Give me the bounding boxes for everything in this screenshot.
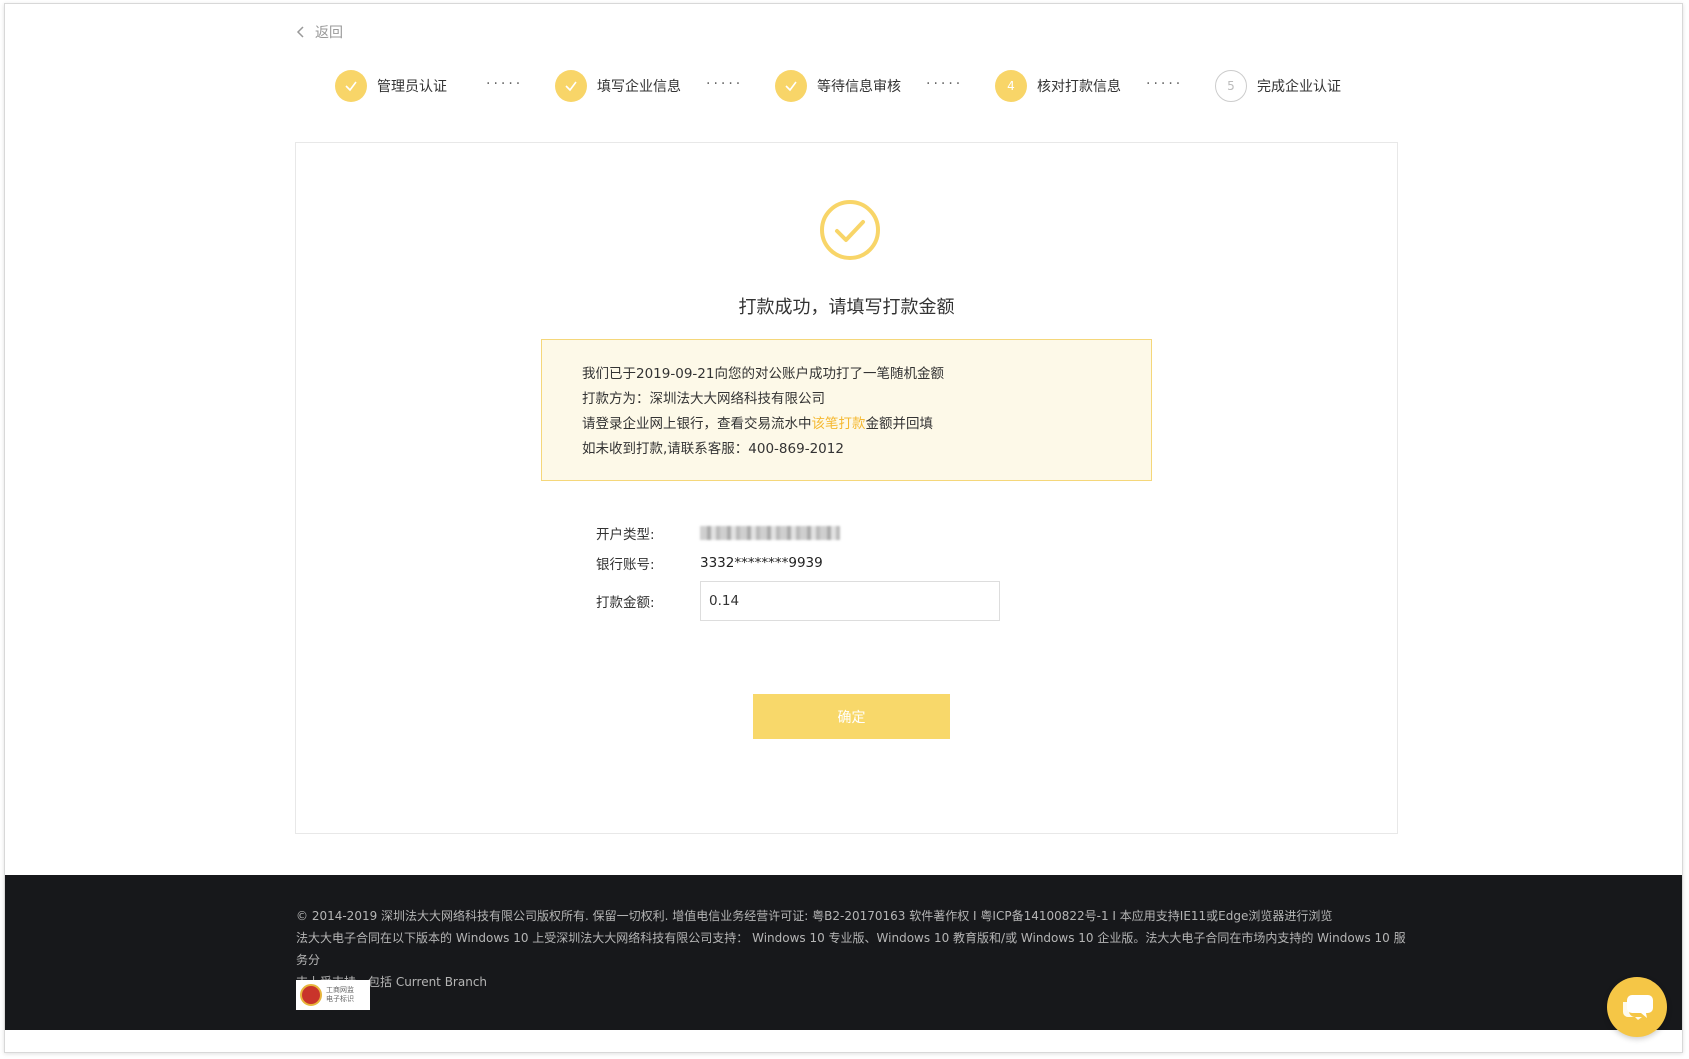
badge-line: 工商网监 [326, 986, 354, 994]
step-admin-verify: 管理员认证 [335, 70, 447, 102]
step-label: 等待信息审核 [817, 79, 901, 95]
step-done-check-icon [555, 70, 587, 102]
notice-text: 金额并回填 [865, 416, 934, 432]
badge-line: 电子标识 [326, 995, 354, 1003]
step-complete: 5 完成企业认证 [1215, 70, 1341, 102]
emblem-icon [300, 984, 322, 1006]
footer-copyright: © 2014-2019 深圳法大大网络科技有限公司版权所有. 保留一切权利. 增… [296, 909, 1333, 923]
step-label: 填写企业信息 [597, 79, 681, 95]
page-title: 打款成功，请填写打款金额 [738, 297, 955, 318]
step-label: 核对打款信息 [1037, 79, 1121, 95]
payment-card: 打款成功，请填写打款金额 我们已于2019-09-21向您的对公账户成功打了一笔… [295, 142, 1398, 834]
chat-bubble-icon [1623, 995, 1653, 1020]
amount-row: 打款金额: [596, 581, 1000, 621]
notice-highlight: 该笔打款 [811, 416, 866, 432]
bank-account-label: 银行账号: [596, 557, 655, 573]
step-done-check-icon [775, 70, 807, 102]
footer-windows-support: 法大大电子合同在以下版本的 Windows 10 上受深圳法大大网络科技有限公司… [296, 931, 1406, 967]
notice-box: 我们已于2019-09-21向您的对公账户成功打了一笔随机金额 打款方为：深圳法… [541, 339, 1152, 481]
chevron-left-icon [296, 26, 304, 38]
bank-account-row: 银行账号: 3332********9939 [596, 553, 823, 573]
amount-label: 打款金额: [596, 595, 655, 611]
notice-text: 请登录企业网上银行，查看交易流水中 [582, 416, 812, 432]
step-await-review: 等待信息审核 [775, 70, 901, 102]
footer-text: © 2014-2019 深圳法大大网络科技有限公司版权所有. 保留一切权利. 增… [296, 905, 1406, 993]
account-type-row: 开户类型: [596, 523, 840, 543]
step-separator: ····· [486, 76, 524, 92]
account-type-value-redacted [700, 526, 840, 540]
step-label: 完成企业认证 [1257, 79, 1341, 95]
chat-button[interactable] [1607, 977, 1667, 1037]
back-link[interactable]: 返回 [295, 22, 343, 42]
step-label: 管理员认证 [377, 79, 447, 95]
back-label: 返回 [315, 25, 343, 41]
gov-badge[interactable]: 工商网监 电子标识 [296, 980, 370, 1010]
step-number-badge: 5 [1215, 70, 1247, 102]
step-number-badge: 4 [995, 70, 1027, 102]
step-done-check-icon [335, 70, 367, 102]
notice-line: 请登录企业网上银行，查看交易流水中该笔打款金额并回填 [582, 412, 1151, 437]
confirm-button[interactable]: 确定 [753, 694, 950, 739]
step-separator: ····· [1146, 76, 1184, 92]
browser-window: 返回 管理员认证 ····· 填写企业信息 ····· 等待信息审核 ·····… [4, 3, 1683, 1053]
step-verify-payment: 4 核对打款信息 [995, 70, 1121, 102]
footer-windows-support-cont: 支上受支持，包括 Current Branch [296, 975, 488, 989]
notice-line: 打款方为：深圳法大大网络科技有限公司 [582, 391, 825, 407]
badge-text: 工商网监 电子标识 [326, 986, 354, 1004]
account-type-label: 开户类型: [596, 527, 655, 543]
success-check-icon [820, 200, 880, 260]
step-separator: ····· [926, 76, 964, 92]
bank-account-value: 3332********9939 [700, 555, 823, 571]
notice-line: 我们已于2019-09-21向您的对公账户成功打了一笔随机金额 [582, 366, 944, 382]
footer: © 2014-2019 深圳法大大网络科技有限公司版权所有. 保留一切权利. 增… [5, 875, 1682, 1030]
notice-line: 如未收到打款,请联系客服：400-869-2012 [582, 441, 844, 457]
step-separator: ····· [706, 76, 744, 92]
step-company-info: 填写企业信息 [555, 70, 681, 102]
amount-input[interactable] [700, 581, 1000, 621]
